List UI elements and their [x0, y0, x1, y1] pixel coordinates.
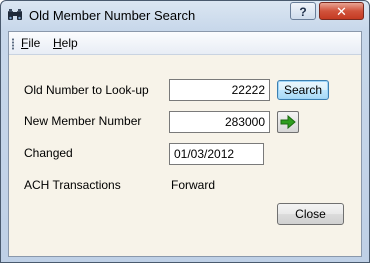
- old-number-input[interactable]: [169, 79, 270, 101]
- menu-bar: File Help: [9, 32, 361, 55]
- dialog-window: Old Member Number Search ? ✕ File Help O…: [0, 0, 370, 263]
- old-number-label: Old Number to Look-up: [24, 83, 149, 97]
- ach-transactions-value: Forward: [171, 178, 216, 192]
- window-close-button[interactable]: ✕: [319, 2, 364, 20]
- toolbar-grip[interactable]: [12, 38, 14, 50]
- help-button[interactable]: ?: [290, 2, 316, 20]
- binoculars-icon: [7, 8, 23, 22]
- new-member-input[interactable]: [169, 111, 270, 133]
- green-arrow-right-icon: [280, 114, 296, 130]
- menu-file[interactable]: File: [21, 36, 40, 50]
- close-button[interactable]: Close: [277, 203, 344, 225]
- title-bar[interactable]: Old Member Number Search ? ✕: [1, 1, 369, 31]
- menu-help[interactable]: Help: [53, 36, 78, 50]
- new-member-label: New Member Number: [24, 114, 142, 128]
- ach-transactions-label: ACH Transactions: [24, 178, 121, 192]
- changed-label: Changed: [24, 146, 73, 160]
- search-button[interactable]: Search: [277, 80, 329, 100]
- changed-date-input[interactable]: [169, 143, 264, 165]
- dialog-client-area: File Help Old Number to Look-up Search N…: [8, 31, 362, 257]
- go-button[interactable]: [277, 111, 299, 133]
- window-title: Old Member Number Search: [29, 8, 196, 23]
- close-icon: ✕: [336, 4, 347, 19]
